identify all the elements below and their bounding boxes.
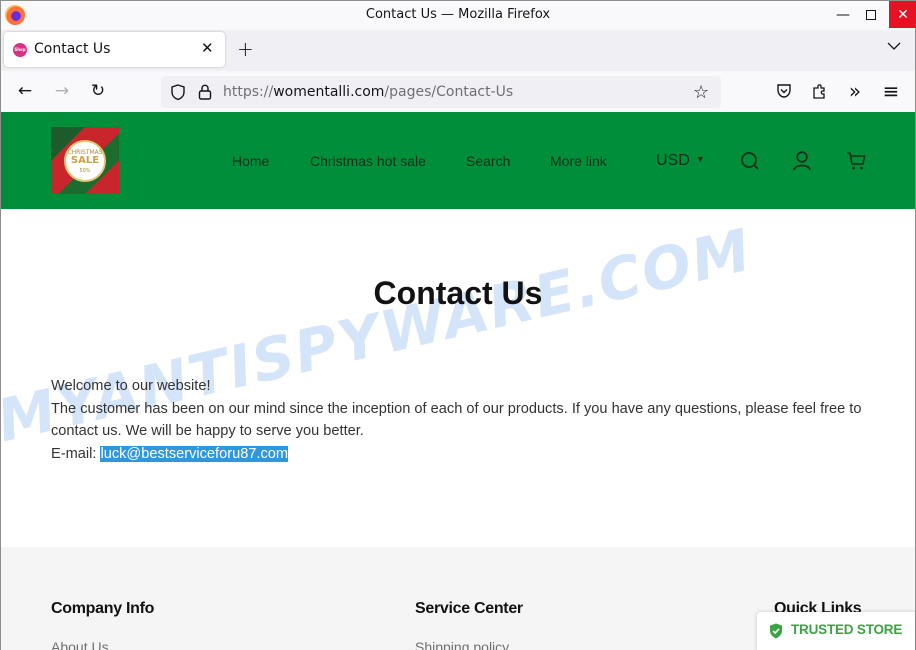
trusted-store-label: TRUSTED STORE xyxy=(791,622,903,637)
tab-title: Contact Us xyxy=(34,41,111,57)
navigation-toolbar: ← → ↻ https://womentalli.com/pages/Conta… xyxy=(1,71,915,112)
back-button[interactable]: ← xyxy=(15,81,35,101)
url-bar[interactable]: https://womentalli.com/pages/Contact-Us … xyxy=(161,76,721,108)
main-content: MYANTISPYWARE.COM Contact Us Welcome to … xyxy=(1,209,915,547)
nav-home[interactable]: Home xyxy=(232,153,269,169)
extensions-puzzle-icon[interactable] xyxy=(811,82,829,100)
tracking-protection-shield-icon[interactable] xyxy=(169,83,187,101)
maximize-icon xyxy=(866,9,876,20)
url-text[interactable]: https://womentalli.com/pages/Contact-Us xyxy=(223,84,513,100)
store-logo[interactable]: CHRISTMAS SALE 50% xyxy=(51,127,119,194)
email-line: E-mail: luck@bestserviceforu87.com xyxy=(51,446,289,463)
nav-christmas-hot-sale[interactable]: Christmas hot sale xyxy=(310,153,426,169)
close-window-button[interactable]: ✕ xyxy=(889,1,916,28)
list-all-tabs-button[interactable] xyxy=(887,40,901,54)
tab-contact-us[interactable]: Shop Contact Us ✕ xyxy=(4,32,225,67)
tab-bar: Shop Contact Us ✕ + xyxy=(1,30,915,71)
footer-heading-company-info: Company Info xyxy=(51,600,155,617)
pocket-icon[interactable] xyxy=(775,82,793,100)
shield-check-icon xyxy=(770,623,782,639)
page-title: Contact Us xyxy=(373,275,543,311)
cart-icon[interactable] xyxy=(845,150,867,172)
close-tab-button[interactable]: ✕ xyxy=(201,39,214,57)
contact-body: Welcome to our website! The customer has… xyxy=(51,375,881,466)
caret-down-icon: ▼ xyxy=(695,154,705,164)
window-title: Contact Us — Mozilla Firefox xyxy=(365,7,551,22)
contact-paragraph: The customer has been on our mind since … xyxy=(51,400,862,440)
maximize-button[interactable] xyxy=(857,1,885,28)
bookmark-star-button[interactable]: ☆ xyxy=(693,82,709,103)
site-header: CHRISTMAS SALE 50% Home Christmas hot sa… xyxy=(1,112,915,209)
trusted-store-badge[interactable]: TRUSTED STORE xyxy=(757,612,915,650)
new-tab-button[interactable]: + xyxy=(237,37,254,61)
app-menu-button[interactable]: ≡ xyxy=(881,79,901,103)
email-link[interactable]: luck@bestserviceforu87.com xyxy=(100,446,289,463)
logo-badge: CHRISTMAS SALE 50% xyxy=(64,140,106,182)
forward-button[interactable]: → xyxy=(52,81,72,101)
account-icon[interactable] xyxy=(791,150,813,172)
shop-favicon-icon: Shop xyxy=(13,43,27,57)
currency-selector[interactable]: USD ▼ xyxy=(656,152,705,170)
reload-button[interactable]: ↻ xyxy=(88,81,108,101)
welcome-text: Welcome to our website! xyxy=(51,378,211,394)
footer-link-shipping-policy[interactable]: Shipping policy xyxy=(415,639,509,650)
window-titlebar: Contact Us — Mozilla Firefox — ✕ xyxy=(1,1,916,30)
footer-heading-service-center: Service Center xyxy=(415,600,523,617)
footer-link-about-us[interactable]: About Us xyxy=(51,639,109,650)
nav-more-link[interactable]: More link xyxy=(550,153,607,169)
chevron-down-icon xyxy=(887,42,901,50)
minimize-button[interactable]: — xyxy=(829,1,857,28)
overflow-menu-button[interactable]: » xyxy=(845,79,865,103)
lock-icon[interactable] xyxy=(197,83,213,101)
nav-search[interactable]: Search xyxy=(466,153,510,169)
search-icon[interactable] xyxy=(739,150,761,172)
